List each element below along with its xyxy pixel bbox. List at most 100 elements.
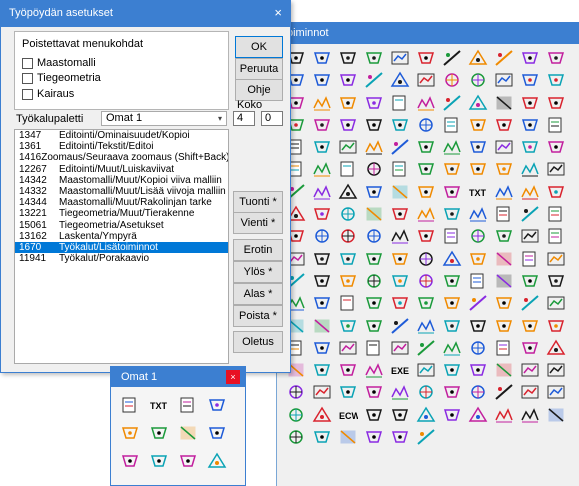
num-1-icon[interactable] [337, 428, 359, 446]
import-button[interactable]: Tuonti * [233, 191, 283, 213]
ab-12-icon[interactable] [519, 183, 541, 201]
ramp-icon[interactable] [467, 272, 489, 290]
q-blue-icon[interactable] [337, 160, 359, 178]
cancel-button[interactable]: Peruuta [235, 58, 283, 80]
mesh-icon[interactable] [117, 421, 143, 445]
rect-icon[interactable] [363, 94, 385, 112]
sin-cos-icon[interactable] [363, 227, 385, 245]
list-item[interactable]: 14342 Maastomalli/Muut/Kopioi viiva malli… [15, 175, 228, 186]
TXT-icon[interactable]: TXT [146, 393, 172, 417]
doc-6-icon[interactable] [519, 383, 541, 401]
wave-icon[interactable] [311, 383, 333, 401]
chevron-icon[interactable] [545, 227, 567, 245]
size-height-input[interactable]: 0 [261, 111, 283, 126]
terrain2-icon[interactable] [493, 317, 515, 335]
doc-right-icon[interactable] [545, 49, 567, 67]
doc-7-icon[interactable] [545, 383, 567, 401]
checkbox-kairaus[interactable]: Kairaus [22, 87, 74, 101]
tri-purple-icon[interactable] [389, 160, 411, 178]
doc-dl-icon[interactable] [389, 250, 411, 268]
EXE-icon[interactable]: EXE [389, 361, 411, 379]
walker-icon[interactable] [389, 94, 411, 112]
triangle-icon[interactable] [493, 205, 515, 223]
peak2-icon[interactable] [285, 406, 307, 424]
purple-icon[interactable] [389, 428, 411, 446]
rising-icon[interactable] [337, 250, 359, 268]
command-list[interactable]: 1347 Editointi/Ominaisuudet/Kopioi 1361 Edi… [14, 129, 229, 364]
doc-4-icon[interactable] [519, 361, 541, 379]
doc-pin-icon[interactable] [493, 94, 515, 112]
pen-multi-icon[interactable] [441, 160, 463, 178]
TXT-icon[interactable]: TXT [467, 183, 489, 201]
pt-txt-icon[interactable] [441, 183, 463, 201]
txt-small-icon[interactable] [493, 183, 515, 201]
box-plus-icon[interactable] [337, 116, 359, 134]
mesh-green-icon[interactable] [146, 421, 172, 445]
help-button[interactable]: Ohje [235, 79, 283, 101]
chevron-down-icon[interactable]: ▾ [218, 112, 222, 125]
mesh-3-icon[interactable] [363, 294, 385, 312]
pencil-black-icon[interactable] [117, 449, 143, 473]
pencil-icon[interactable] [467, 160, 489, 178]
glob-icon[interactable] [519, 406, 541, 424]
list-item[interactable]: 14332 Maastomalli/Muut/Lisää viivoja mall… [15, 186, 228, 197]
hub-icon[interactable] [545, 250, 567, 268]
dot-mesh-icon[interactable] [389, 294, 411, 312]
mesh-circle-icon[interactable] [311, 272, 333, 290]
grid-icon[interactable] [519, 160, 541, 178]
brush-icon[interactable] [467, 383, 489, 401]
box-help-icon[interactable] [545, 116, 567, 134]
grid-bar-icon[interactable] [415, 272, 437, 290]
map3-icon[interactable] [467, 406, 489, 424]
defaults-button[interactable]: Oletus [233, 331, 283, 353]
doc-mark-icon[interactable] [389, 71, 411, 89]
river-icon[interactable] [493, 339, 515, 357]
xyz-icon[interactable] [493, 361, 515, 379]
ruler-icon[interactable] [415, 361, 437, 379]
doc-sel-icon[interactable] [467, 49, 489, 67]
colors-icon[interactable] [467, 317, 489, 335]
chart-icon[interactable] [337, 317, 359, 335]
doc-arrow-icon[interactable] [519, 49, 541, 67]
mesh-2-icon[interactable] [311, 294, 333, 312]
flat-icon[interactable] [493, 406, 515, 424]
qmark-icon[interactable] [363, 71, 385, 89]
road-icon[interactable] [415, 250, 437, 268]
hatch2-icon[interactable] [363, 183, 385, 201]
doc-calc-icon[interactable] [519, 71, 541, 89]
doc-ref-icon[interactable] [467, 94, 489, 112]
box-left-icon[interactable] [493, 116, 515, 134]
stamp-icon[interactable] [493, 227, 515, 245]
slash-icon[interactable] [415, 205, 437, 223]
pipe-icon[interactable] [389, 183, 411, 201]
hatch-green-icon[interactable] [337, 205, 359, 223]
doc-table-icon[interactable] [519, 94, 541, 112]
box-arrow-icon[interactable] [311, 116, 333, 134]
doc-no-icon[interactable] [311, 138, 333, 156]
bars3-icon[interactable] [441, 339, 463, 357]
image-icon[interactable] [441, 138, 463, 156]
end-icon[interactable] [545, 294, 567, 312]
flag-dir-icon[interactable] [467, 294, 489, 312]
size-width-input[interactable]: 4 [233, 111, 255, 126]
stripes-icon[interactable] [441, 317, 463, 335]
arrow-box-icon[interactable] [175, 393, 201, 417]
doc-last-icon[interactable] [545, 205, 567, 223]
line-red-icon[interactable] [363, 160, 385, 178]
xy-icon[interactable] [337, 227, 359, 245]
txt-star-icon[interactable] [545, 138, 567, 156]
doc-gear-icon[interactable] [285, 383, 307, 401]
doc-pts-icon[interactable] [389, 49, 411, 67]
list-item[interactable]: 11941 Työkalut/Porakaavio [15, 253, 228, 264]
flat-lines-icon[interactable] [441, 272, 463, 290]
v-red-icon[interactable] [389, 138, 411, 156]
checkbox-box[interactable] [22, 72, 33, 84]
map2-icon[interactable] [415, 406, 437, 424]
doc-pt-icon[interactable] [415, 49, 437, 67]
table-icon[interactable] [545, 71, 567, 89]
sin-cos2-icon[interactable] [389, 227, 411, 245]
layers2-icon[interactable] [363, 406, 385, 424]
pt-angle-icon[interactable] [311, 49, 333, 67]
separator-button[interactable]: Erotin [233, 239, 283, 261]
move-up-button[interactable]: Ylös * [233, 261, 283, 283]
